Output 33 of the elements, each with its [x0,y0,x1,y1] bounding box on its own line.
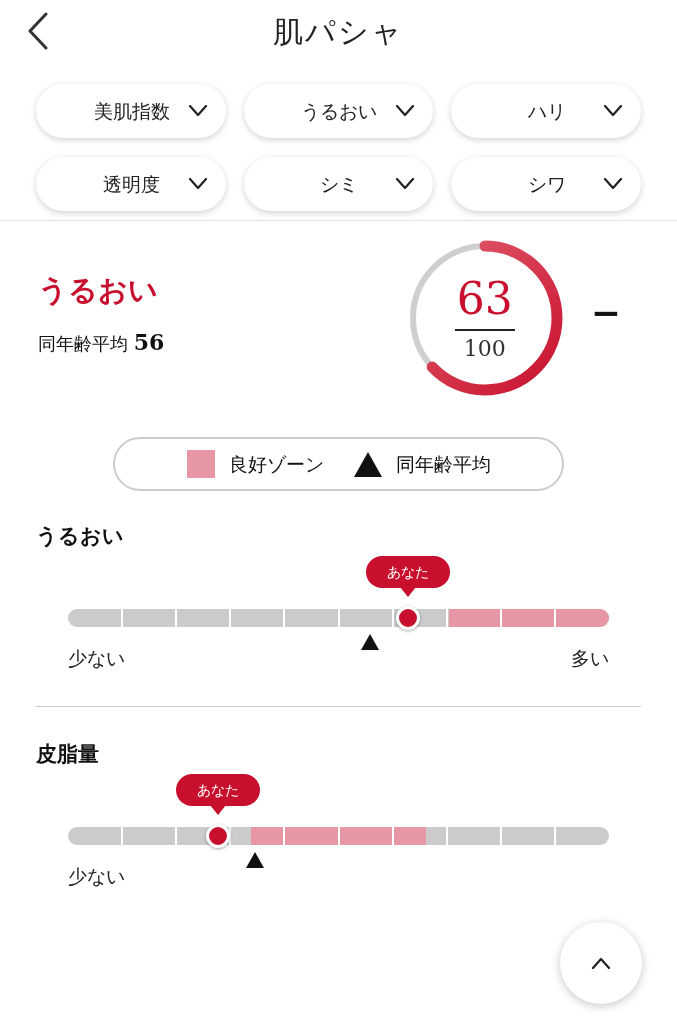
chevron-down-icon [187,105,208,117]
meter-title: うるおい [36,523,124,550]
chevron-down-icon [395,178,416,190]
zone-swatch-icon [186,450,215,478]
you-tooltip: あなた [365,556,450,598]
category-dropdown[interactable]: 美肌指数 [36,84,226,138]
average-score: 同年齢平均 56 [38,329,165,357]
chevron-down-icon [603,105,623,117]
low-label: 少ない [68,864,125,888]
chevron-down-icon [187,178,208,190]
legend-label: 同年齢平均 [395,451,491,477]
score-value: 63 [456,273,513,325]
high-label: 多い [571,646,609,670]
category-dropdown[interactable]: 透明度 [36,157,226,211]
average-triangle-icon [360,634,379,650]
score-max: 100 [463,335,506,363]
meter-title: 皮脂量 [36,741,99,768]
legend-label: 良好ゾーン [228,451,324,477]
you-tooltip: あなた [175,774,260,816]
chevron-down-icon [395,105,416,117]
category-dropdown[interactable]: シミ [243,157,434,211]
category-dropdown[interactable]: シワ [451,157,641,211]
chevron-up-icon [591,957,611,969]
average-triangle-icon [246,852,265,868]
category-dropdown[interactable]: うるおい [243,84,434,138]
category-dropdown[interactable]: ハリ [451,84,641,138]
back-icon[interactable] [27,12,49,50]
score-change: − [590,291,621,335]
chevron-down-icon [603,178,623,190]
triangle-icon [353,451,382,477]
score-title: うるおい [38,273,158,307]
low-label: 少ない [68,646,125,670]
app-logo: 肌パシャ [273,12,404,51]
